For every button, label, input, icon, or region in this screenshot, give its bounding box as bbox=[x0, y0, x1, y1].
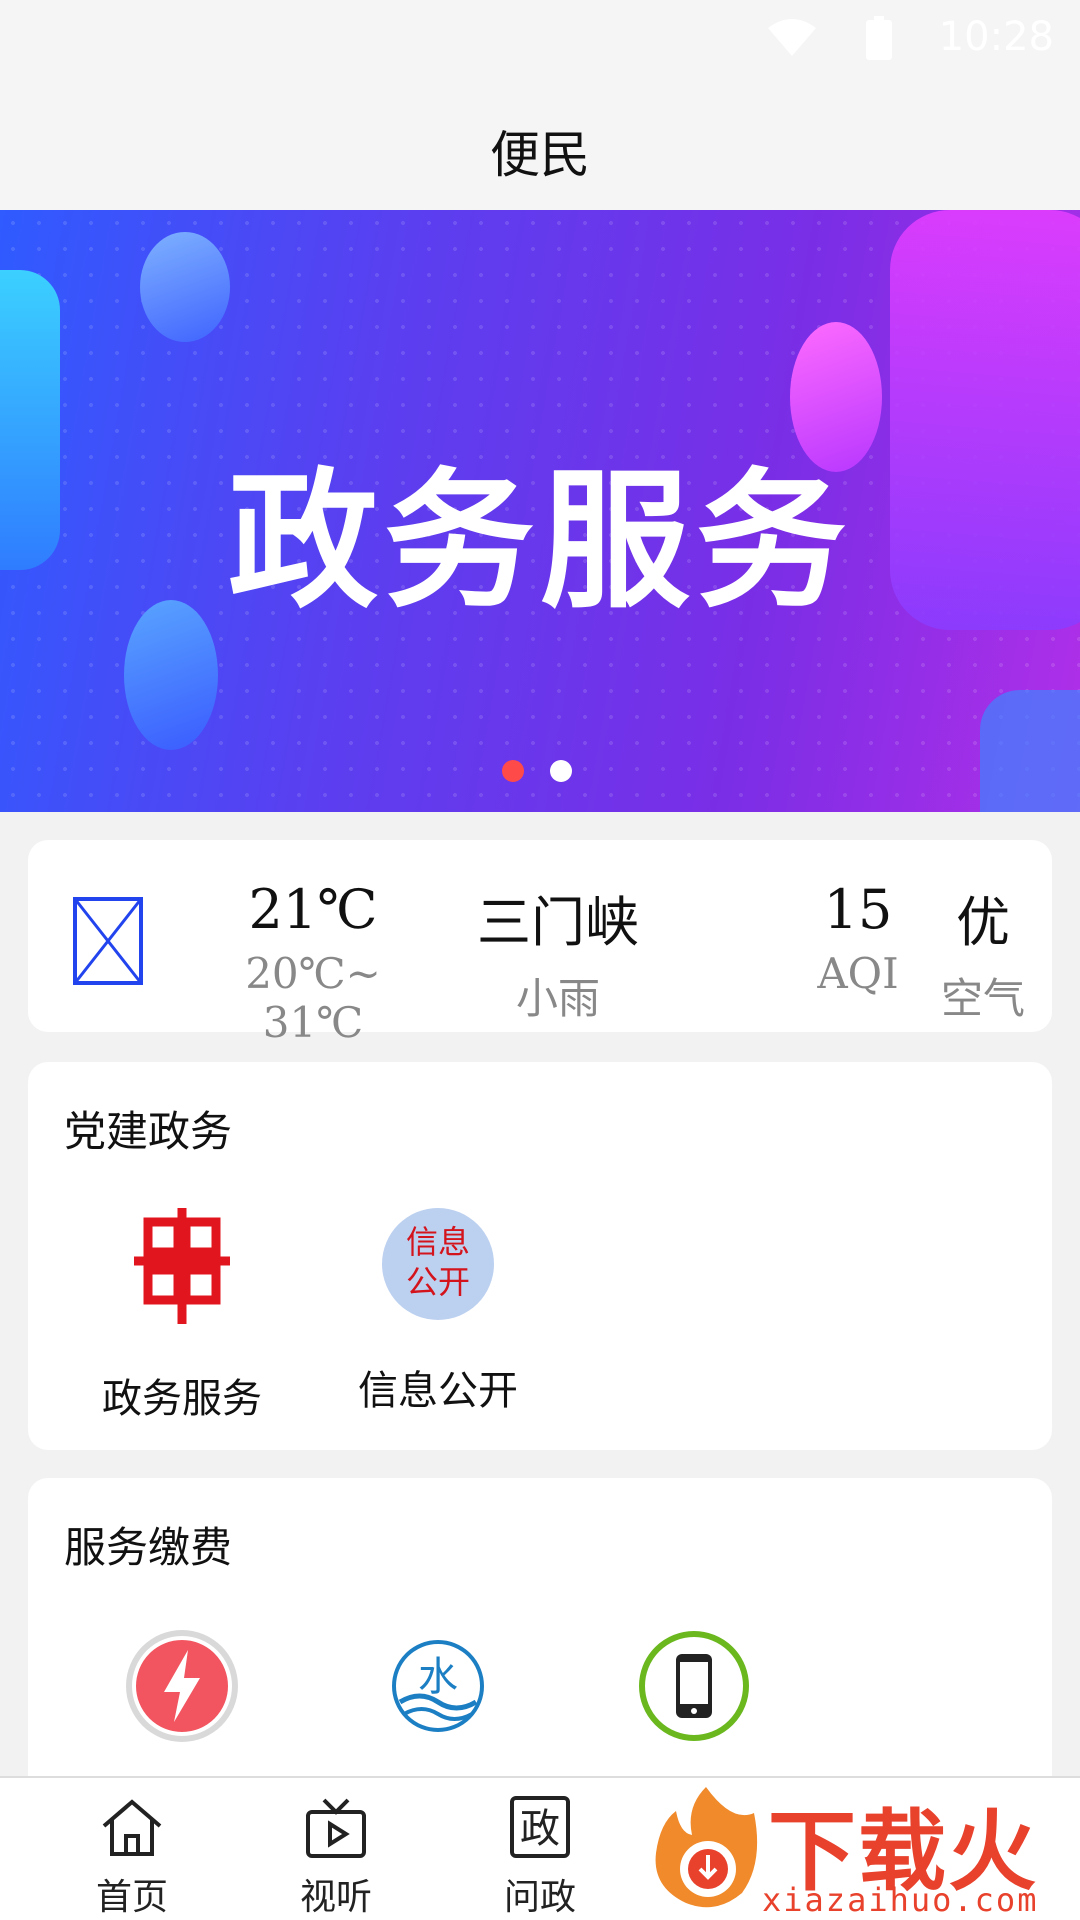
city-name: 三门峡 bbox=[477, 891, 639, 954]
wifi-icon bbox=[768, 19, 816, 56]
watermark-logo: 下载火 xiazaihuo.com bbox=[640, 1775, 1080, 1920]
top-bar: 便民 bbox=[0, 80, 1080, 210]
water-icon-text: 水 bbox=[418, 1654, 458, 1700]
air-quality-value: 优 bbox=[956, 891, 1010, 954]
icon-text-bottom: 公开 bbox=[405, 1263, 470, 1301]
nav-label: 首页 bbox=[95, 1877, 168, 1918]
carousel-indicators[interactable] bbox=[502, 760, 572, 782]
current-temperature: 21℃ bbox=[248, 878, 378, 941]
service-item-info-disclosure[interactable]: 信息 公开 信息公开 bbox=[328, 1208, 548, 1416]
nav-item-politics[interactable]: 政 问政 bbox=[480, 1796, 600, 1920]
section-title: 党建政务 bbox=[64, 1107, 233, 1156]
aqi-value: 15 bbox=[823, 878, 893, 941]
government-service-icon bbox=[134, 1208, 230, 1324]
politics-icon-text: 政 bbox=[520, 1806, 560, 1852]
flame-logo-icon bbox=[655, 1787, 758, 1908]
banner-bubble bbox=[140, 232, 230, 342]
carousel-dot[interactable] bbox=[550, 760, 572, 782]
section-party-government: 党建政务 政务服务 信息 公开 信息公开 bbox=[28, 1062, 1052, 1450]
aqi-block: 15 AQI bbox=[808, 878, 908, 998]
weather-condition: 小雨 bbox=[515, 974, 600, 1023]
section-title: 服务缴费 bbox=[64, 1523, 233, 1572]
watermark-url: xiazaihuo.com bbox=[762, 1881, 1039, 1919]
carousel-dot-active[interactable] bbox=[502, 760, 524, 782]
nav-label: 视听 bbox=[299, 1877, 372, 1918]
politics-icon: 政 bbox=[510, 1796, 570, 1858]
mobile-phone-icon bbox=[639, 1631, 749, 1741]
aqi-label: AQI bbox=[817, 949, 899, 998]
status-time: 10:28 bbox=[938, 14, 1054, 60]
nav-label: 问政 bbox=[503, 1877, 576, 1918]
home-icon bbox=[102, 1799, 162, 1856]
section-payment-services: 服务缴费 水 bbox=[28, 1478, 1052, 1798]
info-disclosure-icon: 信息 公开 bbox=[382, 1208, 494, 1320]
service-item-label: 信息公开 bbox=[358, 1368, 518, 1414]
nav-item-home[interactable]: 首页 bbox=[72, 1796, 192, 1920]
service-item-government[interactable]: 政务服务 bbox=[72, 1208, 292, 1424]
battery-icon bbox=[866, 16, 892, 60]
nav-item-tv[interactable]: 视听 bbox=[276, 1796, 396, 1920]
electricity-icon bbox=[126, 1630, 238, 1742]
banner-headline: 政务服务 bbox=[227, 455, 852, 629]
service-item-mobile[interactable] bbox=[584, 1628, 804, 1786]
service-item-water[interactable]: 水 bbox=[328, 1628, 548, 1786]
air-quality-label: 空气 bbox=[940, 974, 1025, 1023]
temperature-block: 21℃ 20℃~ 31℃ bbox=[193, 878, 433, 1047]
air-quality-block: 优 空气 bbox=[928, 878, 1038, 1026]
status-bar: 10:28 bbox=[0, 0, 1080, 80]
banner-carousel[interactable]: 政务服务 bbox=[0, 210, 1080, 812]
city-block: 三门峡 小雨 bbox=[448, 878, 668, 1026]
icon-text-top: 信息 bbox=[405, 1223, 470, 1261]
service-item-electricity[interactable] bbox=[72, 1628, 292, 1786]
temperature-range: 20℃~ 31℃ bbox=[245, 949, 381, 1047]
banner-decoration bbox=[980, 690, 1080, 812]
weather-card[interactable]: 21℃ 20℃~ 31℃ 三门峡 小雨 15 AQI 优 空气 bbox=[28, 840, 1052, 1047]
weather-placeholder-icon bbox=[73, 897, 143, 985]
water-icon: 水 bbox=[392, 1640, 484, 1732]
service-item-label: 政务服务 bbox=[102, 1376, 262, 1422]
page-title: 便民 bbox=[490, 126, 590, 184]
tv-icon bbox=[306, 1798, 366, 1858]
